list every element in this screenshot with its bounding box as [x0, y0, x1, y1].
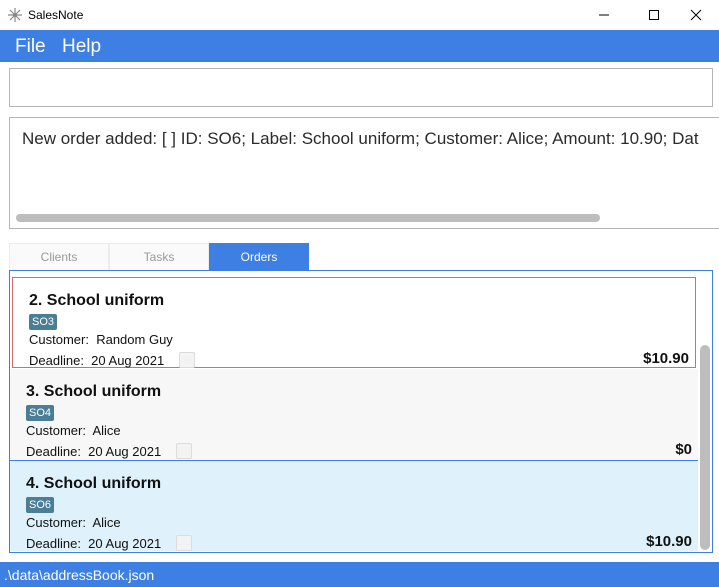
vertical-scrollbar[interactable] [698, 271, 712, 552]
order-list: 2. School uniform SO3 Customer: Random G… [9, 270, 713, 553]
command-box [9, 68, 713, 107]
tab-orders[interactable]: Orders [209, 243, 309, 270]
minimize-icon [599, 14, 609, 16]
order-title: 4. School uniform [26, 475, 162, 492]
order-done-checkbox[interactable] [176, 535, 192, 551]
status-bar: .\data\addressBook.json [0, 562, 719, 587]
minimize-button[interactable] [581, 0, 627, 30]
title-bar: SalesNote [0, 0, 719, 30]
order-card[interactable]: 4. School uniform SO6 Customer: Alice De… [10, 460, 698, 551]
result-display: New order added: [ ] ID: SO6; Label: Sch… [9, 117, 719, 229]
order-deadline: Deadline: 20 Aug 2021 [29, 353, 165, 368]
maximize-icon [649, 10, 659, 20]
order-id-tag: SO4 [26, 405, 55, 421]
order-customer: Customer: Alice [26, 423, 121, 438]
data-file-path: .\data\addressBook.json [4, 567, 155, 583]
vertical-scrollbar-thumb[interactable] [700, 345, 710, 550]
window-title: SalesNote [28, 8, 84, 22]
order-deadline: Deadline: 20 Aug 2021 [26, 536, 162, 551]
order-done-checkbox[interactable] [176, 443, 192, 459]
order-amount: $10.90 [643, 350, 689, 367]
close-button[interactable] [673, 0, 719, 30]
order-deadline: Deadline: 20 Aug 2021 [26, 444, 162, 459]
order-amount: $0 [675, 441, 692, 458]
tab-tasks[interactable]: Tasks [109, 243, 209, 270]
order-customer: Customer: Alice [26, 515, 121, 530]
menu-bar: File Help [0, 30, 719, 62]
tab-bar: Clients Tasks Orders [9, 243, 309, 270]
order-id-tag: SO6 [26, 497, 55, 513]
order-id-tag: SO3 [29, 314, 58, 330]
order-done-checkbox[interactable] [179, 352, 195, 368]
close-icon [690, 9, 702, 21]
order-amount: $10.90 [646, 533, 692, 550]
order-title: 2. School uniform [29, 292, 165, 309]
app-icon [8, 8, 22, 22]
order-title: 3. School uniform [26, 383, 162, 400]
menu-help[interactable]: Help [62, 36, 101, 58]
menu-file[interactable]: File [15, 36, 46, 58]
command-input[interactable] [10, 69, 712, 106]
tab-clients[interactable]: Clients [9, 243, 109, 270]
maximize-button[interactable] [631, 0, 677, 30]
order-customer: Customer: Random Guy [29, 332, 173, 347]
result-text: New order added: [ ] ID: SO6; Label: Sch… [22, 129, 699, 148]
order-card[interactable]: 2. School uniform SO3 Customer: Random G… [12, 277, 696, 368]
order-card[interactable]: 3. School uniform SO4 Customer: Alice De… [10, 369, 698, 460]
horizontal-scrollbar[interactable] [16, 214, 600, 222]
